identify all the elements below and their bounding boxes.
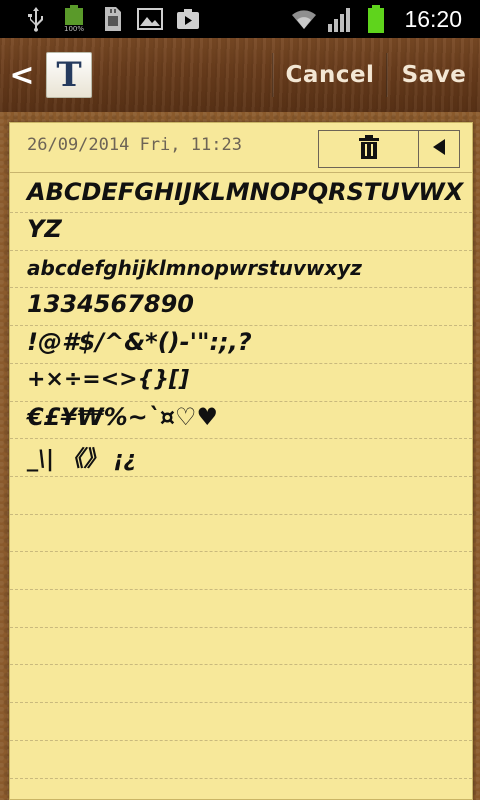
battery-percent: 100%: [63, 25, 84, 33]
ruled-line: [10, 401, 472, 402]
note-text-line[interactable]: +×÷=<>{}[]: [27, 367, 189, 392]
note-text-line[interactable]: YZ: [27, 215, 62, 243]
ruled-line: [10, 287, 472, 288]
battery-icon: 100%: [60, 5, 88, 33]
title-bar: < T Cancel Save: [0, 38, 480, 112]
note-paper[interactable]: 26/09/2014 Fri, 11:23 ABCDEFGHIJKLMNOPQR…: [9, 122, 473, 800]
ruled-line: [10, 212, 472, 213]
delete-button[interactable]: [319, 131, 419, 167]
app-icon-letter: T: [56, 55, 82, 95]
ruled-line: [10, 664, 472, 665]
note-text-line[interactable]: !@#$/^&*()-'":;,?: [27, 328, 252, 356]
note-date: 26/09/2014 Fri, 11:23: [27, 135, 242, 155]
clock: 16:20: [404, 5, 462, 32]
usb-icon: [22, 5, 50, 33]
media-icon: [174, 5, 202, 33]
note-text-line[interactable]: abcdefghijklmnopwrstuvwxyz: [27, 256, 362, 280]
ruled-line: [10, 250, 472, 251]
trash-icon: [358, 135, 380, 163]
status-bar: 100% 16:20: [0, 0, 480, 38]
previous-note-button[interactable]: [419, 131, 459, 167]
signal-icon: [326, 5, 354, 33]
sd-card-icon: [98, 5, 126, 33]
back-button[interactable]: <: [0, 38, 40, 112]
ruled-line: [10, 325, 472, 326]
back-arrow-icon: <: [9, 57, 35, 93]
note-text-line[interactable]: ABCDEFGHIJKLMNOPQRSTUVWX: [27, 178, 463, 206]
image-icon: [136, 5, 164, 33]
note-text-line[interactable]: 1334567890: [27, 290, 194, 318]
ruled-line: [10, 627, 472, 628]
battery-charging-icon: [362, 5, 390, 33]
save-button[interactable]: Save: [388, 38, 480, 112]
note-text-line[interactable]: _\| 《》 ¡¿: [27, 441, 136, 473]
wifi-icon: [290, 5, 318, 33]
note-actions: [318, 130, 460, 168]
left-triangle-icon: [432, 138, 446, 160]
ruled-line: [10, 740, 472, 741]
ruled-line: [10, 514, 472, 515]
note-text-line[interactable]: €£¥₩%~`¤♡♥: [27, 403, 218, 431]
ruled-line: [10, 702, 472, 703]
ruled-line: [10, 589, 472, 590]
ruled-line: [10, 778, 472, 779]
note-header: 26/09/2014 Fri, 11:23: [10, 123, 472, 173]
ruled-line: [10, 551, 472, 552]
cancel-button[interactable]: Cancel: [274, 38, 386, 112]
ruled-line: [10, 363, 472, 364]
app-icon: T: [46, 52, 92, 98]
ruled-line: [10, 476, 472, 477]
ruled-line: [10, 438, 472, 439]
